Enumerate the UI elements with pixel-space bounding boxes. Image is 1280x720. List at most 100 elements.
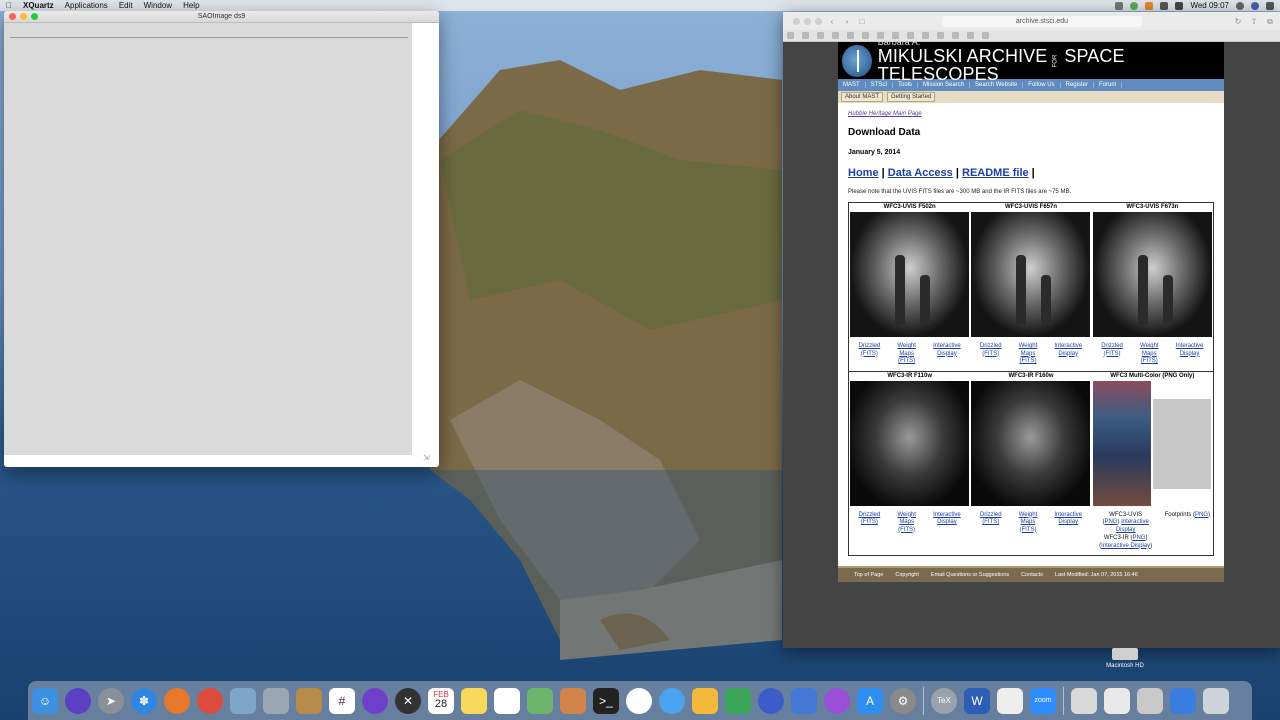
weight-maps-link[interactable]: Weight Maps (FITS) <box>897 512 916 535</box>
readme-link[interactable]: README file <box>962 167 1029 179</box>
interactive-display-link[interactable]: Interactive Display <box>933 512 961 535</box>
wifi-icon[interactable] <box>1175 1 1184 10</box>
favorite-icon[interactable] <box>802 32 809 39</box>
app-store-icon[interactable]: A <box>857 687 883 714</box>
multicolor-thumbnail[interactable] <box>1092 380 1151 506</box>
f502n-thumbnail[interactable] <box>850 212 969 337</box>
ir-interactive-link[interactable]: Interactive Display <box>1101 543 1150 549</box>
siri-icon[interactable] <box>65 687 91 714</box>
drizzled-fits-link[interactable]: Drizzled (FITS) <box>980 512 1002 535</box>
nav-register[interactable]: Register <box>1061 82 1094 88</box>
safari-icon[interactable]: ✽ <box>131 687 157 714</box>
favorite-icon[interactable] <box>847 32 854 39</box>
menu-clock[interactable]: Wed 09:07 <box>1190 1 1229 10</box>
notes-icon[interactable] <box>461 687 487 714</box>
drizzled-fits-link[interactable]: Drizzled (FITS) <box>859 512 881 535</box>
f110w-thumbnail[interactable] <box>850 380 969 506</box>
nav-mast[interactable]: MAST <box>838 82 866 88</box>
window-icon[interactable] <box>1170 687 1196 714</box>
safari-close-button[interactable] <box>793 17 800 25</box>
nav-mission-search[interactable]: Mission Search <box>918 82 971 88</box>
quicktime-icon[interactable] <box>758 687 784 714</box>
menu-help[interactable]: Help <box>183 1 199 10</box>
slack-icon[interactable]: # <box>329 687 355 714</box>
github-icon[interactable] <box>362 687 388 714</box>
screenshots-icon[interactable] <box>1137 687 1163 714</box>
weight-maps-link[interactable]: Weight Maps (FITS) <box>1019 512 1038 535</box>
notes-folder-icon[interactable] <box>296 687 322 714</box>
calendar-icon[interactable]: FEB 28 <box>428 687 454 714</box>
maps-icon[interactable] <box>527 687 553 714</box>
finder-icon[interactable]: ☺ <box>32 687 58 714</box>
uvis-interactive-link[interactable]: Interactive Display <box>1116 519 1149 533</box>
favorite-icon[interactable] <box>832 32 839 39</box>
notification-center-icon[interactable] <box>1266 1 1274 10</box>
weight-maps-link[interactable]: Weight Maps (FITS) <box>897 343 916 366</box>
sketch-icon[interactable] <box>692 687 718 714</box>
ir-png-link[interactable]: PNG <box>1132 535 1145 541</box>
menu-window[interactable]: Window <box>144 1 172 10</box>
terminal-icon[interactable]: >_ <box>593 687 619 714</box>
books-icon[interactable] <box>560 687 586 714</box>
interactive-display-link[interactable]: Interactive Display <box>1054 343 1082 366</box>
keynote-icon[interactable] <box>791 687 817 714</box>
safari-zoom-button[interactable] <box>815 17 822 25</box>
f673n-thumbnail[interactable] <box>1092 212 1212 337</box>
zoom-icon[interactable]: zoom <box>1030 687 1056 714</box>
ds9-titlebar[interactable]: SAOImage ds9 <box>4 11 439 23</box>
f657n-thumbnail[interactable] <box>971 212 1091 337</box>
mast-banner[interactable]: Barbara A. MIKULSKI ARCHIVE FOR SPACE TELE… <box>838 38 1224 83</box>
app-status-icon[interactable] <box>1145 1 1154 10</box>
breadcrumb[interactable]: Hubble Heritage Main Page <box>848 111 1214 117</box>
resize-handle-icon[interactable]: ⇲ <box>423 453 435 463</box>
documents-icon[interactable] <box>1104 687 1130 714</box>
favorite-icon[interactable] <box>862 32 869 39</box>
downloads-icon[interactable] <box>1071 687 1097 714</box>
bluetooth-icon[interactable] <box>1160 1 1169 10</box>
launchpad-icon[interactable]: ➤ <box>98 687 124 714</box>
messages-icon[interactable] <box>659 687 685 714</box>
firefox-icon[interactable] <box>164 687 190 714</box>
preview-icon[interactable] <box>230 687 256 714</box>
interactive-display-link[interactable]: Interactive Display <box>933 343 961 366</box>
apple-menu-icon[interactable]:  <box>6 1 12 10</box>
footer-contacts-link[interactable]: Contacts <box>1021 572 1043 578</box>
photos-icon[interactable] <box>626 687 652 714</box>
forward-icon[interactable]: › <box>842 17 852 26</box>
footer-copyright-link[interactable]: Copyright <box>895 572 919 578</box>
menu-applications[interactable]: Applications <box>65 1 108 10</box>
nav-stsci[interactable]: STScI <box>866 82 894 88</box>
search-icon[interactable] <box>1236 1 1244 10</box>
uvis-png-link[interactable]: PNG <box>1104 519 1117 525</box>
sidebar-icon[interactable]: □ <box>857 17 867 26</box>
numbers-icon[interactable] <box>725 687 751 714</box>
menu-edit[interactable]: Edit <box>119 1 133 10</box>
nav-search-website[interactable]: Search Website <box>970 82 1024 88</box>
interactive-display-link[interactable]: Interactive Display <box>1054 512 1082 535</box>
favorite-icon[interactable] <box>787 32 794 39</box>
textedit-icon[interactable] <box>997 687 1023 714</box>
reload-icon[interactable]: ↻ <box>1233 17 1243 26</box>
menu-app-name[interactable]: XQuartz <box>23 1 54 10</box>
check-icon[interactable] <box>1130 1 1139 10</box>
footer-email-link[interactable]: Email Questions or Suggestions <box>931 572 1009 578</box>
tabs-icon[interactable]: ⧉ <box>1265 17 1275 26</box>
chrome-icon[interactable] <box>197 687 223 714</box>
nav-follow-us[interactable]: Follow Us <box>1023 82 1061 88</box>
weight-maps-link[interactable]: Weight Maps (FITS) <box>1140 343 1159 366</box>
favorite-icon[interactable] <box>817 32 824 39</box>
nav-getting-started[interactable]: Getting Started <box>887 92 936 102</box>
reminders-icon[interactable] <box>494 687 520 714</box>
interactive-display-link[interactable]: Interactive Display <box>1176 343 1204 366</box>
weight-maps-link[interactable]: Weight Maps (FITS) <box>1019 343 1038 366</box>
share-icon[interactable]: ⇧ <box>1249 17 1259 26</box>
user-icon[interactable] <box>1251 1 1259 10</box>
footprints-thumbnail[interactable] <box>1152 398 1211 489</box>
nav-about-mast[interactable]: About MAST <box>841 92 884 102</box>
drizzled-fits-link[interactable]: Drizzled (FITS) <box>1101 343 1123 366</box>
footer-top-link[interactable]: Top of Page <box>854 572 883 578</box>
status-icon[interactable] <box>1115 1 1124 10</box>
home-link[interactable]: Home <box>848 167 879 179</box>
podcasts-icon[interactable] <box>824 687 850 714</box>
back-icon[interactable]: ‹ <box>827 17 837 26</box>
